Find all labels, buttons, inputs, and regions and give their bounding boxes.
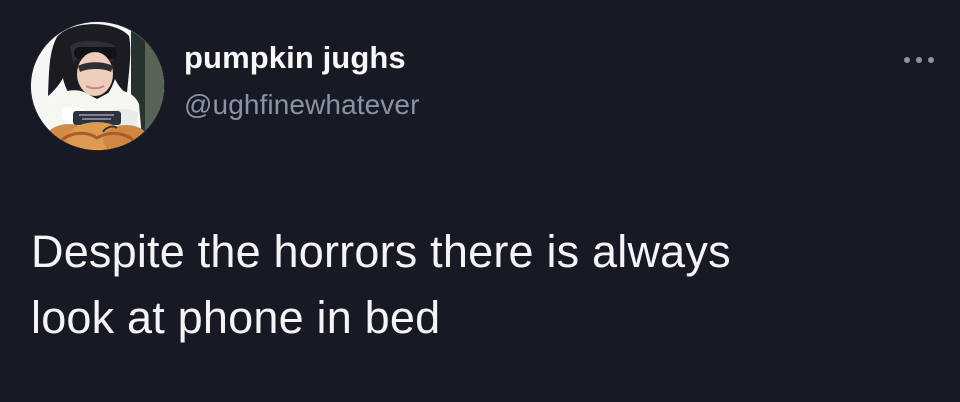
author-handle[interactable]: @ughfinewhatever — [184, 89, 420, 121]
more-options-icon — [928, 57, 934, 63]
more-options-icon — [916, 57, 922, 63]
more-options-button[interactable] — [897, 48, 941, 72]
more-options-icon — [904, 57, 910, 63]
profile-photo-icon — [31, 22, 164, 150]
tweet-card: pumpkin jughs @ughfinewhatever Despite t… — [0, 0, 960, 402]
tweet-text-line: look at phone in bed — [31, 292, 441, 344]
tweet-text-line: Despite the horrors there is always — [31, 226, 731, 277]
profile-avatar[interactable] — [31, 22, 164, 150]
author-display-name[interactable]: pumpkin jughs — [184, 40, 406, 76]
tweet-body: Despite the horrors there is always look… — [31, 219, 911, 351]
